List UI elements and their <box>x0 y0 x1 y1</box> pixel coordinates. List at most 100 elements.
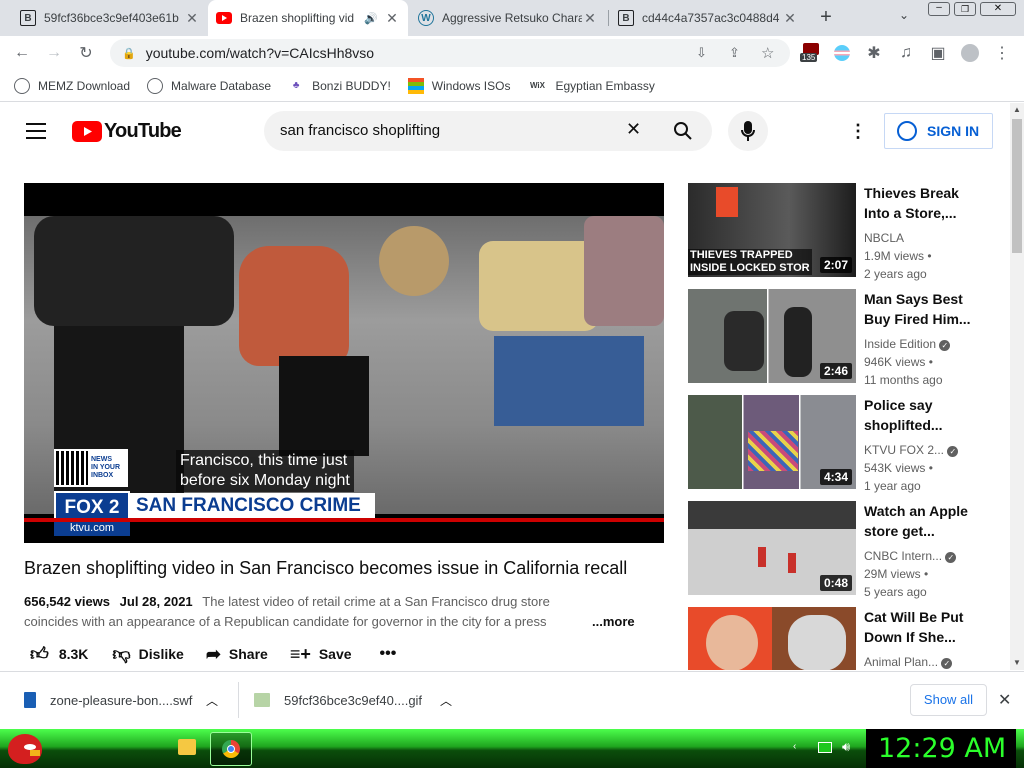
download-chevron-icon[interactable]: ︿ <box>440 692 452 709</box>
show-more-link[interactable]: ...more <box>590 612 635 632</box>
playlist-add-icon: ≡+ <box>289 643 311 664</box>
related-video[interactable]: Cat Will Be Put Down If She... Animal Pl… <box>688 607 1004 670</box>
minimize-button[interactable]: – <box>928 2 950 16</box>
dislike-button[interactable]: 👎︎ Dislike <box>112 643 183 665</box>
chrome-taskbar-button[interactable] <box>210 732 252 766</box>
profile-avatar-icon[interactable] <box>957 40 983 66</box>
save-label: Save <box>318 646 352 662</box>
speaker-icon[interactable]: 🔊 <box>364 12 378 25</box>
video-duration: 2:46 <box>819 363 852 379</box>
scroll-up-arrow-icon[interactable]: ▲ <box>1013 105 1021 114</box>
station-site: ktvu.com <box>54 521 130 536</box>
reload-icon[interactable]: ↻ <box>73 40 99 66</box>
search-input[interactable]: san francisco shoplifting <box>280 122 440 139</box>
chrome-icon <box>222 740 240 758</box>
lock-icon[interactable]: 🔒 <box>122 47 136 60</box>
tab-1[interactable]: Brazen shoplifting vid 🔊 ✕ <box>208 0 408 36</box>
related-title: Man Says Best <box>864 291 963 307</box>
chrome-menu-icon[interactable]: ⋮ <box>989 40 1015 66</box>
share-button[interactable]: ➦ Share <box>206 644 268 665</box>
forward-arrow-icon[interactable]: → <box>41 40 67 66</box>
sign-in-button[interactable]: SIGN IN <box>884 113 993 149</box>
extension-flag-icon[interactable] <box>829 40 855 66</box>
page-scrollbar[interactable]: ▲ ▼ <box>1010 103 1024 670</box>
scrollbar-thumb[interactable] <box>1012 119 1022 253</box>
close-icon[interactable]: ✕ <box>782 10 798 27</box>
settings-kebab-icon[interactable]: ⋮ <box>849 121 867 142</box>
star-icon[interactable]: ☆ <box>761 44 774 62</box>
related-video[interactable]: 2:46 Man Says Best Buy Fired Him... Insi… <box>688 289 1004 395</box>
download-item[interactable]: zone-pleasure-bon....swf ︿ <box>14 682 238 718</box>
video-description[interactable]: 656,542 views Jul 28, 2021 The latest vi… <box>24 592 644 632</box>
related-video[interactable]: THIEVES TRAPPED INSIDE LOCKED STOR 2:07 … <box>688 183 1004 289</box>
close-download-shelf-icon[interactable]: ✕ <box>998 690 1011 710</box>
share-icon[interactable]: ⇪ <box>729 45 740 61</box>
related-channel: NBCLA <box>864 231 905 245</box>
bookmark-bonzi-buddy[interactable]: ♣ Bonzi BUDDY! <box>288 78 391 94</box>
extensions-puzzle-icon[interactable]: ✱ <box>861 40 887 66</box>
search-icon[interactable] <box>673 121 693 141</box>
close-icon[interactable]: ✕ <box>582 10 598 27</box>
download-item[interactable]: 59fcf36bce3c9ef40....gif ︿ <box>248 682 472 718</box>
video-title: Brazen shoplifting video in San Francisc… <box>24 558 628 578</box>
video-player[interactable]: Francisco, this time just before six Mon… <box>24 183 664 543</box>
volume-icon[interactable]: 🔊︎ <box>842 739 850 755</box>
download-shelf: zone-pleasure-bon....swf ︿ 59fcf36bce3c9… <box>0 671 1024 729</box>
address-bar[interactable]: 🔒 youtube.com/watch?v=CAIcsHh8vso ⇩ ⇪ ☆ <box>110 39 790 67</box>
new-tab-button[interactable]: + <box>814 6 838 30</box>
tab-strip: B 59fcf36bce3c9ef403e61b ✕ Brazen shopli… <box>0 0 1024 36</box>
download-chevron-icon[interactable]: ︿ <box>206 692 218 709</box>
tab-0[interactable]: B 59fcf36bce3c9ef403e61b ✕ <box>12 2 208 34</box>
related-thumbnail[interactable]: THIEVES TRAPPED INSIDE LOCKED STOR 2:07 <box>688 183 856 277</box>
related-title: shoplifted... <box>864 417 943 433</box>
media-control-icon[interactable]: ♫ <box>893 40 919 66</box>
bookmark-windows-isos[interactable]: Windows ISOs <box>407 77 510 94</box>
save-button[interactable]: ≡+ Save <box>290 644 352 665</box>
related-video[interactable]: 0:48 Watch an Apple store get... CNBC In… <box>688 501 1004 607</box>
tab-title: 59fcf36bce3c9ef403e61b <box>44 11 179 25</box>
caption-line: Francisco, this time just <box>180 452 348 469</box>
video-bag-straw <box>379 226 449 296</box>
related-video[interactable]: 4:34 Police say shoplifted... KTVU FOX 2… <box>688 395 1004 501</box>
video-actions: 👍︎ 8.3K 👎︎ Dislike ➦ Share ≡+ Save ••• <box>30 643 396 665</box>
restore-button[interactable]: ❐ <box>954 2 976 16</box>
tab-search-chevron-icon[interactable]: ⌄ <box>892 8 916 28</box>
tray-chevron-icon[interactable]: ‹ <box>793 741 796 752</box>
tab-2[interactable]: W Aggressive Retsuko Chara ✕ <box>410 2 606 34</box>
b-icon: B <box>618 10 634 26</box>
youtube-logo[interactable]: YouTube <box>72 120 182 143</box>
show-all-downloads-button[interactable]: Show all <box>910 684 987 716</box>
close-icon[interactable]: ✕ <box>184 10 200 27</box>
scroll-down-arrow-icon[interactable]: ▼ <box>1013 658 1021 667</box>
start-button-angry-bird-icon[interactable] <box>8 730 46 768</box>
related-thumbnail[interactable]: 4:34 <box>688 395 856 489</box>
file-explorer-icon[interactable] <box>178 739 196 755</box>
network-icon[interactable] <box>818 742 832 753</box>
related-thumbnail[interactable]: 2:46 <box>688 289 856 383</box>
side-panel-icon[interactable]: ▣ <box>925 40 951 66</box>
bookmark-malware-database[interactable]: Malware Database <box>147 77 271 94</box>
back-arrow-icon[interactable]: ← <box>9 40 35 66</box>
video-progress-bar[interactable] <box>24 518 664 522</box>
voice-search-button[interactable] <box>728 111 768 151</box>
like-button[interactable]: 👍︎ 8.3K <box>30 643 88 665</box>
related-title: Watch an Apple <box>864 503 968 519</box>
bookmark-memz[interactable]: MEMZ Download <box>14 77 130 94</box>
close-icon[interactable]: ✕ <box>384 10 400 27</box>
video-caption: Francisco, this time just before six Mon… <box>176 450 354 492</box>
news-inbox-badge: NEWS IN YOUR INBOX <box>54 449 128 487</box>
more-actions-icon[interactable]: ••• <box>380 645 397 663</box>
clear-search-icon[interactable]: ✕ <box>626 119 641 140</box>
related-thumbnail[interactable]: 0:48 <box>688 501 856 595</box>
tab-3[interactable]: B cd44c4a7357ac3c0488d4 ✕ <box>610 2 806 34</box>
extension-calendar-icon[interactable]: 135 <box>798 40 824 66</box>
install-icon[interactable]: ⇩ <box>696 45 707 61</box>
window-close-button[interactable]: ✕ <box>980 2 1016 16</box>
hamburger-menu-icon[interactable] <box>26 123 46 139</box>
upload-date: Jul 28, 2021 <box>119 594 193 609</box>
clock-area[interactable]: 12:29 AM <box>866 729 1016 768</box>
search-box[interactable]: san francisco shoplifting ✕ <box>264 111 712 151</box>
bookmark-label: Bonzi BUDDY! <box>312 78 391 93</box>
bookmark-egyptian-embassy[interactable]: WiX Egyptian Embassy <box>527 78 655 94</box>
related-thumbnail[interactable] <box>688 607 856 670</box>
